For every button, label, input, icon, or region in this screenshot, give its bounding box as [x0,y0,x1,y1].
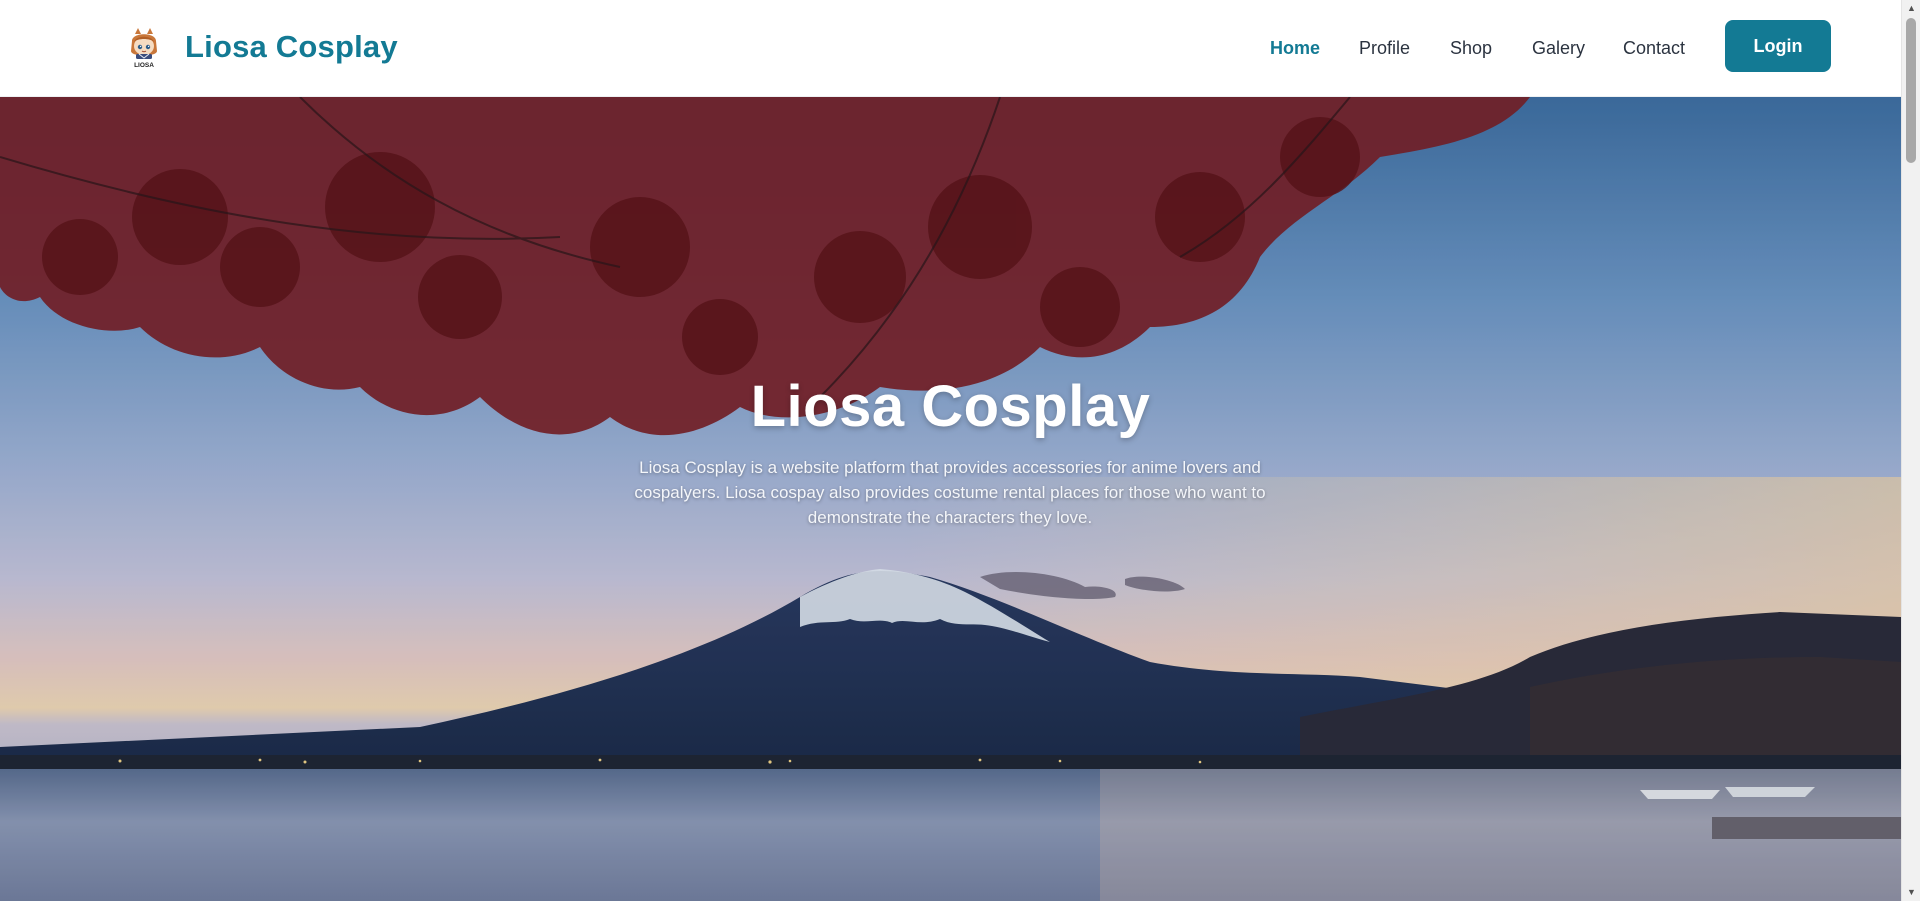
svg-text:LIOSA: LIOSA [134,62,154,69]
brand-link[interactable]: LIOSA Liosa Cosplay [126,22,398,72]
triangle-down-icon[interactable]: ▼ [1902,884,1920,901]
liosa-logo-icon: LIOSA [131,28,157,69]
hero-description: Liosa Cosplay is a website platform that… [634,458,1266,527]
nav-profile[interactable]: Profile [1359,28,1410,68]
hero-section: Liosa Cosplay Liosa Cosplay is a website… [0,97,1901,901]
nav-contact[interactable]: Contact [1623,28,1685,68]
page-scrollbar[interactable]: ▲ ▼ [1901,0,1920,901]
navbar: LIOSA Liosa Cosplay Home Profile Shop Ga… [0,0,1901,97]
page: LIOSA Liosa Cosplay Home Profile Shop Ga… [0,0,1920,901]
nav-shop[interactable]: Shop [1450,28,1492,68]
nav-home[interactable]: Home [1270,28,1320,68]
login-button[interactable]: Login [1725,20,1831,72]
triangle-up-icon[interactable]: ▲ [1902,0,1920,17]
hero-title: Liosa Cosplay [750,374,1151,439]
nav-galery[interactable]: Galery [1532,28,1585,68]
scrollbar-thumb[interactable] [1906,18,1916,163]
brand-name: Liosa Cosplay [185,29,398,64]
